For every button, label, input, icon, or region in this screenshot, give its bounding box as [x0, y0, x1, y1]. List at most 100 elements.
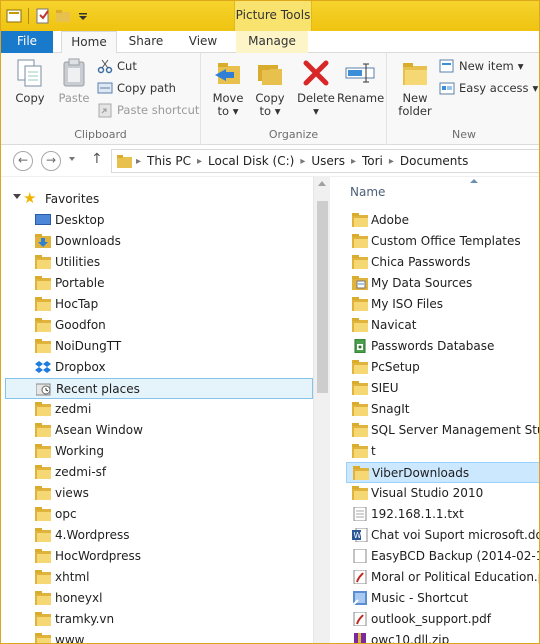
file-item-chica-passwords[interactable]: Chica Passwords: [346, 252, 539, 273]
folder-icon: [35, 255, 51, 269]
nav-item-zedmi-sf[interactable]: zedmi-sf: [5, 462, 313, 483]
file-item-label: Custom Office Templates: [371, 234, 521, 248]
svg-text:W: W: [354, 531, 362, 540]
nav-item-hocwordpress[interactable]: HocWordpress: [5, 546, 313, 567]
cut-button[interactable]: Cut: [97, 56, 137, 76]
breadcrumb-documents[interactable]: Documents: [396, 154, 472, 168]
nav-item-desktop[interactable]: Desktop: [5, 210, 313, 231]
back-button[interactable]: ←: [13, 151, 33, 171]
nav-item-recent-places[interactable]: Recent places: [5, 378, 313, 399]
properties-icon[interactable]: [34, 7, 52, 25]
breadcrumb-users[interactable]: Users: [307, 154, 349, 168]
nav-item-label: Downloads: [55, 234, 121, 248]
nav-item-goodfon[interactable]: Goodfon: [5, 315, 313, 336]
nav-item-utilities[interactable]: Utilities: [5, 252, 313, 273]
nav-item-downloads[interactable]: Downloads: [5, 231, 313, 252]
nav-item-www[interactable]: www: [5, 630, 313, 643]
nav-item-zedmi[interactable]: zedmi: [5, 399, 313, 420]
nav-item-views[interactable]: views: [5, 483, 313, 504]
new-folder-qat-icon[interactable]: [54, 7, 72, 25]
tab-view[interactable]: View: [177, 31, 229, 53]
nav-item-hoctap[interactable]: HocTap: [5, 294, 313, 315]
nav-item-working[interactable]: Working: [5, 441, 313, 462]
up-arrow-icon[interactable]: ↑: [91, 151, 103, 167]
breadcrumb-local-disk[interactable]: Local Disk (C:): [204, 154, 298, 168]
file-item-viberdownloads[interactable]: ViberDownloads: [346, 462, 539, 483]
file-item-sql-server-management-studio[interactable]: SQL Server Management Studio: [346, 420, 539, 441]
file-item-label: Moral or Political Education.pdf: [371, 570, 540, 584]
column-header-name[interactable]: Name: [350, 185, 385, 199]
nav-item-opc[interactable]: opc: [5, 504, 313, 525]
easy-access-button[interactable]: Easy access ▾: [439, 78, 538, 98]
file-item-chat-voi-suport-microsoft-docx[interactable]: W Chat voi Suport microsoft.docx: [346, 525, 539, 546]
zip-archive-icon: [352, 633, 368, 643]
forward-button[interactable]: →: [41, 151, 61, 171]
tab-share[interactable]: Share: [120, 31, 172, 53]
nav-pane-scrollbar[interactable]: [313, 177, 330, 643]
nav-favorites[interactable]: ★ Favorites: [5, 189, 313, 210]
file-item-music-shortcut[interactable]: Music - Shortcut: [346, 588, 539, 609]
file-item-my-data-sources[interactable]: My Data Sources: [346, 273, 539, 294]
nav-item-honeyxl[interactable]: honeyxl: [5, 588, 313, 609]
new-folder-icon: [399, 57, 431, 89]
nav-item-dropbox[interactable]: Dropbox: [5, 357, 313, 378]
copy-to-button[interactable]: Copy to ▾: [249, 57, 291, 118]
copy-button[interactable]: Copy: [9, 57, 51, 105]
file-item-custom-office-templates[interactable]: Custom Office Templates: [346, 231, 539, 252]
nav-item-xhtml[interactable]: xhtml: [5, 567, 313, 588]
new-folder-button[interactable]: New folder: [393, 57, 437, 118]
folder-icon: [352, 423, 368, 437]
customize-qat-icon[interactable]: [74, 7, 92, 25]
breadcrumb-this-pc[interactable]: This PC: [143, 154, 195, 168]
rename-button[interactable]: Rename: [337, 57, 384, 105]
organize-group-label: Organize: [268, 128, 319, 141]
file-item-sieu[interactable]: SIEU: [346, 378, 539, 399]
folder-icon: [35, 423, 51, 437]
tab-manage[interactable]: Manage: [236, 31, 308, 53]
recent-locations-chevron-icon[interactable]: [69, 157, 75, 161]
new-item-button[interactable]: New item ▾: [439, 56, 524, 76]
expand-chevron-icon[interactable]: [13, 194, 21, 199]
nav-item-portable[interactable]: Portable: [5, 273, 313, 294]
nav-item-label: Asean Window: [55, 423, 143, 437]
file-item-outlook-support-pdf[interactable]: outlook_support.pdf: [346, 609, 539, 630]
nav-item-label: HocTap: [55, 297, 99, 311]
file-item-visual-studio-2010[interactable]: Visual Studio 2010: [346, 483, 539, 504]
nav-item-tramky-vn[interactable]: tramky.vn: [5, 609, 313, 630]
folder-icon: [35, 318, 51, 332]
file-item-my-iso-files[interactable]: My ISO Files: [346, 294, 539, 315]
nav-item-noidungtt[interactable]: NoiDungTT: [5, 336, 313, 357]
tab-file[interactable]: File: [1, 31, 53, 53]
scroll-up-icon[interactable]: [318, 181, 326, 186]
tab-home[interactable]: Home: [61, 31, 117, 54]
scrollbar-thumb[interactable]: [317, 201, 328, 393]
navigation-pane: ★ Favorites Desktop Downloads Utilities Por…: [1, 177, 313, 643]
folder-icon: [35, 486, 51, 500]
paste-shortcut-button[interactable]: Paste shortcut: [97, 100, 199, 120]
file-item-navicat[interactable]: Navicat: [346, 315, 539, 336]
ribbon-tab-row: File Home Share View Manage: [1, 31, 539, 54]
nav-item-4-wordpress[interactable]: 4.Wordpress: [5, 525, 313, 546]
file-item-easybcd-backup-2014-02-16-bcd[interactable]: EasyBCD Backup (2014-02-16).bcd: [346, 546, 539, 567]
file-item-192-168-1-1-txt[interactable]: 192.168.1.1.txt: [346, 504, 539, 525]
file-item-label: Adobe: [371, 213, 409, 227]
delete-icon: [300, 57, 332, 89]
file-item-moral-or-political-education-pdf[interactable]: Moral or Political Education.pdf: [346, 567, 540, 588]
nav-item-label: Recent places: [56, 382, 140, 396]
file-item-passwords-database[interactable]: Passwords Database: [346, 336, 539, 357]
copy-path-button[interactable]: Copy path: [97, 78, 176, 98]
address-bar[interactable]: ▸ This PC ▸ Local Disk (C:) ▸ Users ▸ To…: [111, 149, 539, 173]
move-to-button[interactable]: Move to ▾: [207, 57, 249, 118]
folder-icon: [35, 297, 51, 311]
paste-button[interactable]: Paste: [53, 57, 95, 105]
file-item-owc10-dll-zip[interactable]: owc10.dll.zip: [346, 630, 539, 643]
file-item-snagit[interactable]: SnagIt: [346, 399, 539, 420]
file-item-pcsetup[interactable]: PcSetup: [346, 357, 539, 378]
navigation-bar: ← → ↑ ▸ This PC ▸ Local Disk (C:) ▸ User…: [1, 145, 539, 177]
file-item-t[interactable]: t: [346, 441, 539, 462]
nav-item-asean-window[interactable]: Asean Window: [5, 420, 313, 441]
breadcrumb-tori[interactable]: Tori: [358, 154, 387, 168]
folder-icon: [352, 318, 368, 332]
file-item-adobe[interactable]: Adobe: [346, 210, 539, 231]
delete-button[interactable]: Delete ▾: [295, 57, 337, 118]
